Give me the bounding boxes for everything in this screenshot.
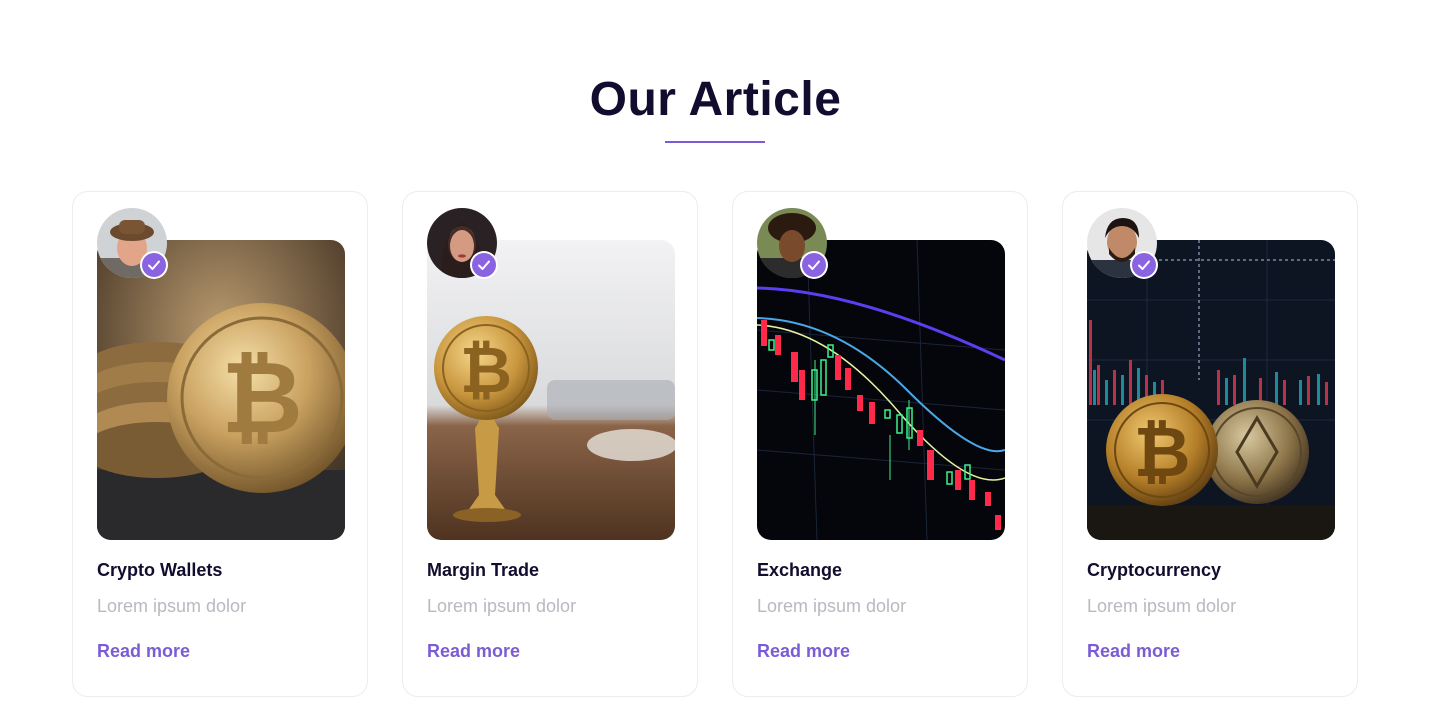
candlestick-chart-image[interactable] — [757, 240, 1005, 540]
section-title: Our Article — [589, 73, 842, 126]
author-avatar[interactable] — [97, 208, 167, 278]
svg-text:₿: ₿ — [460, 334, 512, 408]
article-card: ₿ Margin Trade Lorem ipsum dolor Read mo… — [402, 191, 698, 697]
svg-text:₿: ₿ — [1133, 411, 1190, 493]
verified-check-icon — [142, 253, 166, 277]
read-more-link[interactable]: Read more — [97, 641, 190, 662]
card-description: Lorem ipsum dolor — [97, 596, 247, 616]
crypto-coins-chart-image[interactable]: ₿ — [1087, 240, 1335, 540]
verified-check-icon — [802, 253, 826, 277]
verified-check-icon — [472, 253, 496, 277]
article-card: Exchange Lorem ipsum dolor Read more — [732, 191, 1028, 697]
author-avatar[interactable] — [1087, 208, 1157, 278]
read-more-link[interactable]: Read more — [1087, 641, 1180, 662]
card-title: Margin Trade — [427, 560, 540, 580]
verified-check-icon — [1132, 253, 1156, 277]
svg-text:₿: ₿ — [221, 339, 303, 456]
card-title: Cryptocurrency — [1087, 560, 1222, 580]
read-more-link[interactable]: Read more — [427, 641, 520, 662]
article-card: ₿ Cryptocurrency Lorem ipsum dolor Read … — [1062, 191, 1358, 697]
card-description: Lorem ipsum dolor — [427, 596, 577, 616]
card-description: Lorem ipsum dolor — [1087, 596, 1237, 616]
title-underline — [665, 141, 765, 143]
bitcoin-coins-image[interactable]: ₿ — [97, 240, 345, 540]
card-description: Lorem ipsum dolor — [757, 596, 907, 616]
article-card: ₿ Crypto Wallets Lorem ipsum dolor Read … — [72, 191, 368, 697]
card-title: Crypto Wallets — [97, 560, 223, 580]
author-avatar[interactable] — [757, 208, 827, 278]
bitcoin-stamp-image[interactable]: ₿ — [427, 240, 675, 540]
author-avatar[interactable] — [427, 208, 497, 278]
read-more-link[interactable]: Read more — [757, 641, 850, 662]
card-title: Exchange — [757, 560, 843, 580]
